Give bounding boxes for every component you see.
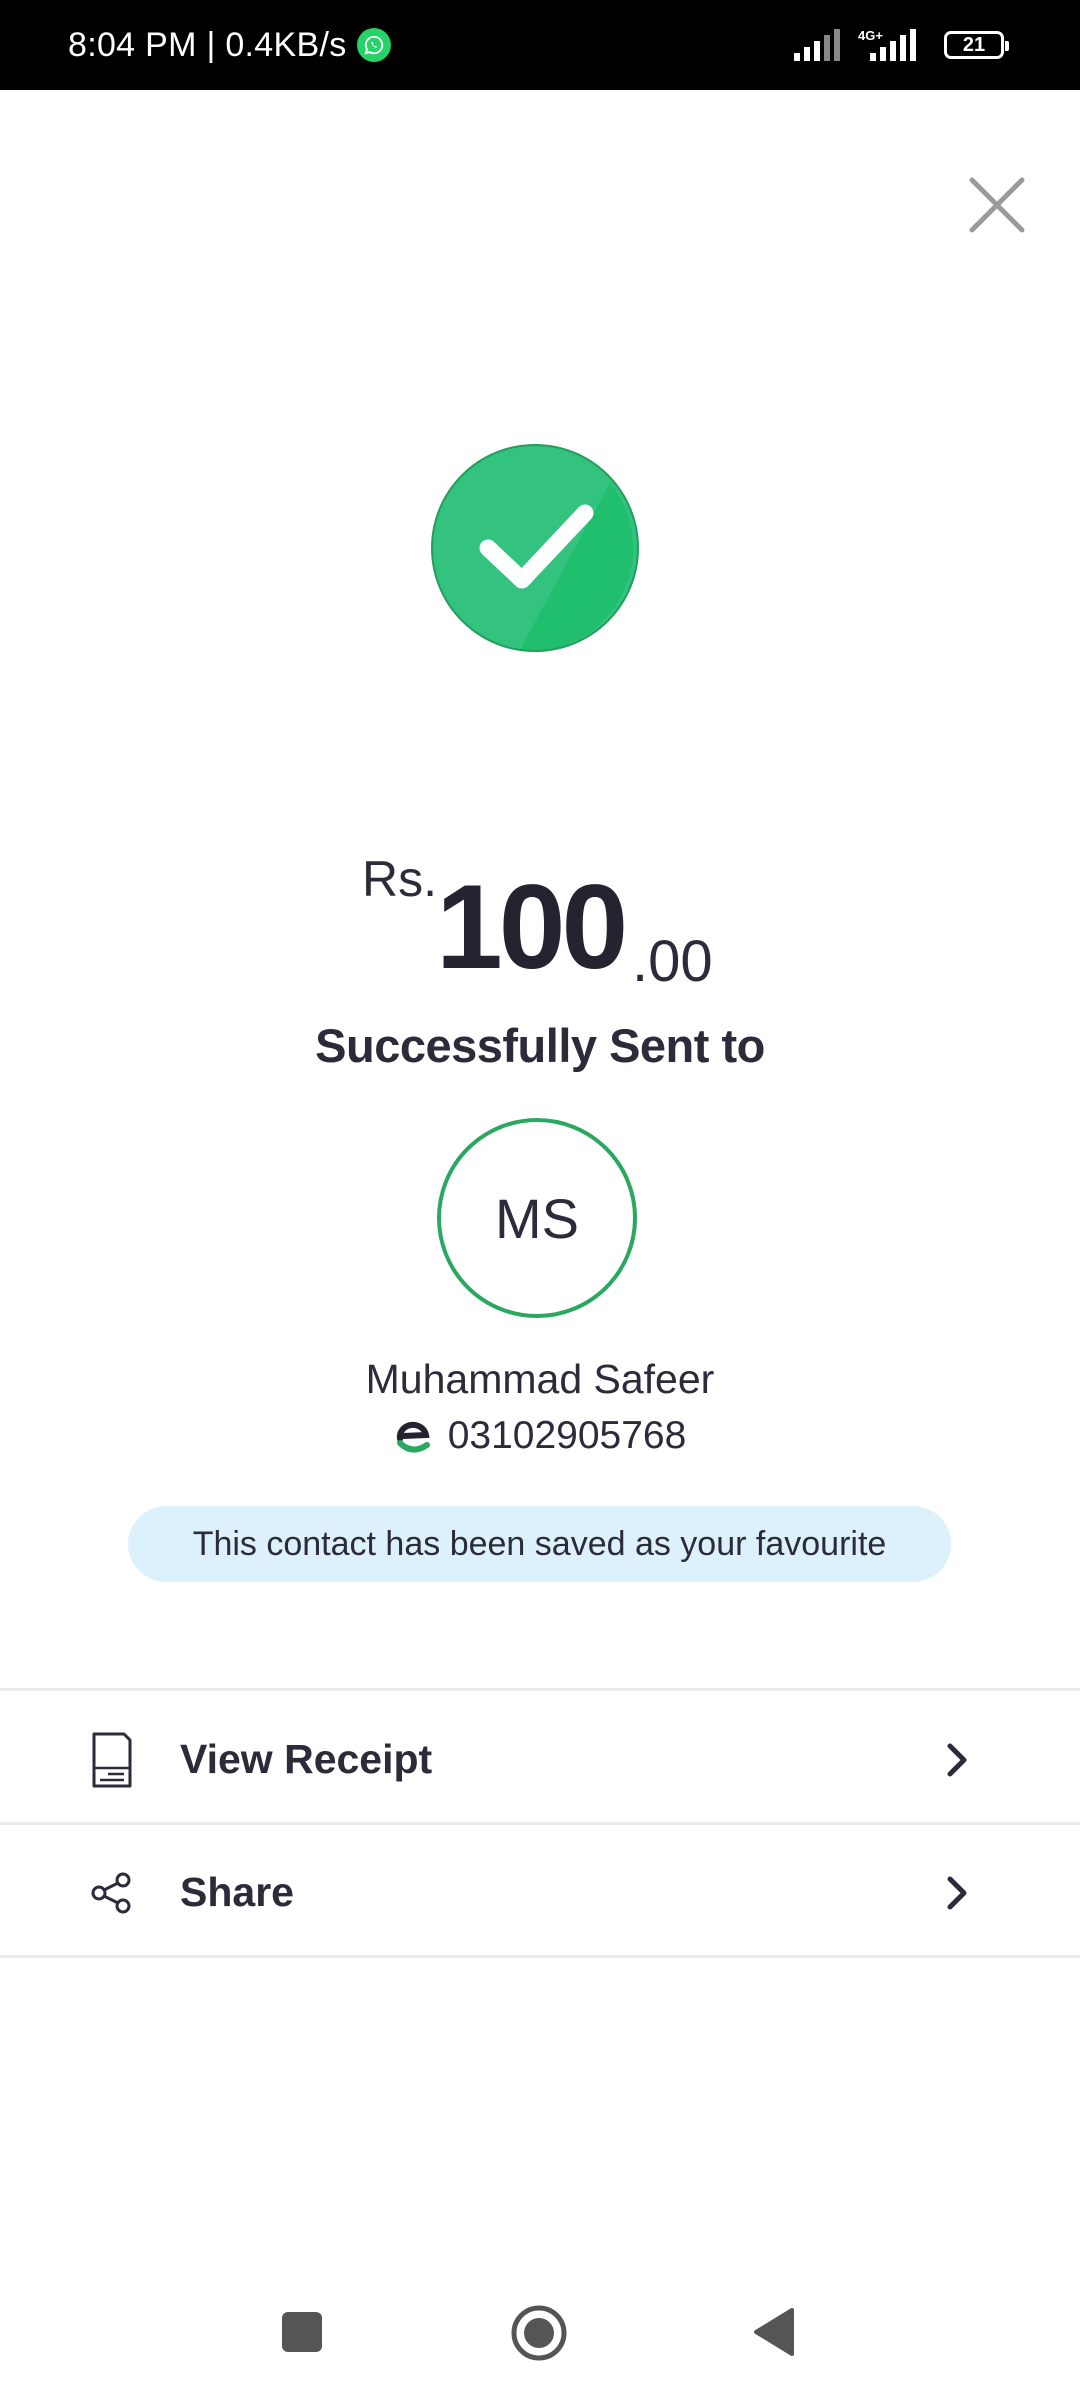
recipient-avatar: MS	[437, 1118, 637, 1318]
recipient-name: Muhammad Safeer	[365, 1356, 715, 1402]
amount-currency: Rs.	[362, 851, 437, 907]
back-triangle-icon	[754, 2308, 794, 2356]
favourite-notice: This contact has been saved as your favo…	[128, 1506, 951, 1582]
divider	[0, 1955, 1080, 1958]
divider	[0, 1822, 1080, 1825]
home-button[interactable]	[510, 2304, 568, 2367]
payment-success-screen: 8:04 PM | 0.4KB/s 4G+ 21 Rs. 100 .00 Suc…	[0, 0, 1080, 2400]
check-circle-icon	[430, 443, 640, 653]
signal-icon	[794, 29, 840, 61]
share-button[interactable]: Share	[0, 1827, 1080, 1957]
amount-display: Rs. 100 .00	[0, 840, 1080, 1000]
back-button[interactable]	[752, 2306, 796, 2363]
share-icon	[91, 1872, 131, 1914]
whatsapp-icon	[356, 28, 391, 62]
battery-level: 21	[962, 33, 986, 56]
amount-whole: 100	[436, 860, 628, 994]
status-left: 8:04 PM | 0.4KB/s	[68, 0, 391, 90]
chevron-right-icon	[947, 1876, 967, 1910]
favourite-notice-text: This contact has been saved as your favo…	[192, 1524, 887, 1563]
chevron-right-icon	[947, 1743, 967, 1777]
divider	[0, 1688, 1080, 1691]
view-receipt-label: View Receipt	[180, 1735, 433, 1782]
share-label: Share	[180, 1868, 294, 1915]
easypaisa-logo-icon	[396, 1421, 430, 1453]
amount-fraction: .00	[632, 929, 713, 994]
status-time-speed: 8:04 PM | 0.4KB/s	[68, 25, 347, 64]
success-message: Successfully Sent to	[315, 1019, 765, 1072]
battery-icon: 21	[944, 31, 1009, 59]
svg-text:4G+: 4G+	[858, 29, 883, 43]
close-icon	[969, 177, 1025, 233]
recipient-number-row: 03102905768	[0, 1414, 1080, 1458]
avatar-initials: MS	[495, 1186, 579, 1250]
close-button[interactable]	[962, 170, 1032, 240]
status-right: 4G+ 21	[792, 0, 1009, 90]
recents-button[interactable]	[280, 2310, 324, 2359]
signal-4g-icon: 4G+	[858, 29, 916, 61]
receipt-icon	[92, 1732, 132, 1788]
status-bar: 8:04 PM | 0.4KB/s 4G+ 21	[0, 0, 1080, 90]
view-receipt-button[interactable]: View Receipt	[0, 1694, 1080, 1824]
home-circle-icon	[511, 2305, 567, 2361]
recents-square-icon	[282, 2312, 322, 2352]
system-nav-bar	[0, 2280, 1080, 2390]
recipient-number: 03102905768	[447, 1414, 687, 1457]
